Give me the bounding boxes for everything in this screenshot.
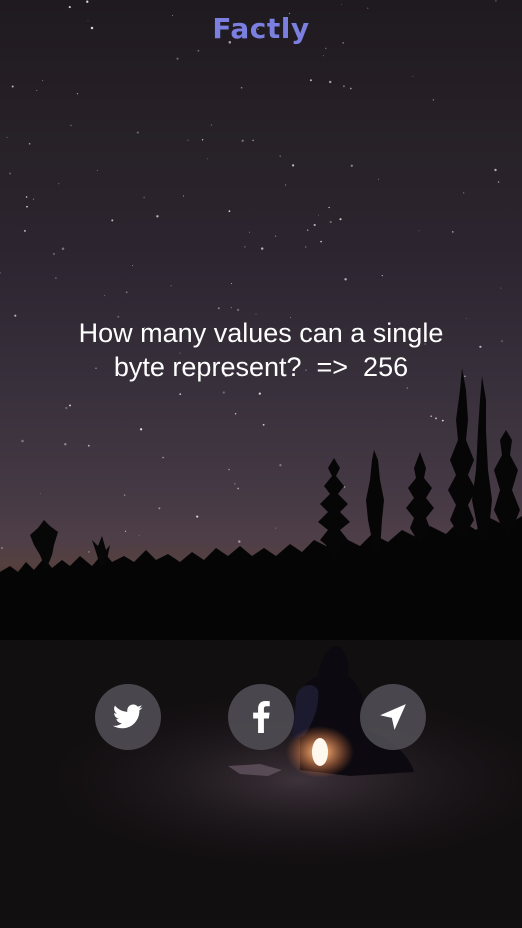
facebook-share-button[interactable]	[228, 684, 294, 750]
twitter-icon	[113, 704, 143, 730]
app-title: Factly	[212, 12, 310, 45]
navigation-share-button[interactable]	[360, 684, 426, 750]
twitter-share-button[interactable]	[95, 684, 161, 750]
facebook-icon	[252, 701, 270, 733]
fact-text: How many values can a single byte repres…	[78, 318, 444, 382]
app-screen: Factly How many values can a single byte…	[0, 0, 522, 928]
navigation-arrow-icon	[379, 703, 407, 731]
forest-night-scene	[0, 368, 522, 928]
